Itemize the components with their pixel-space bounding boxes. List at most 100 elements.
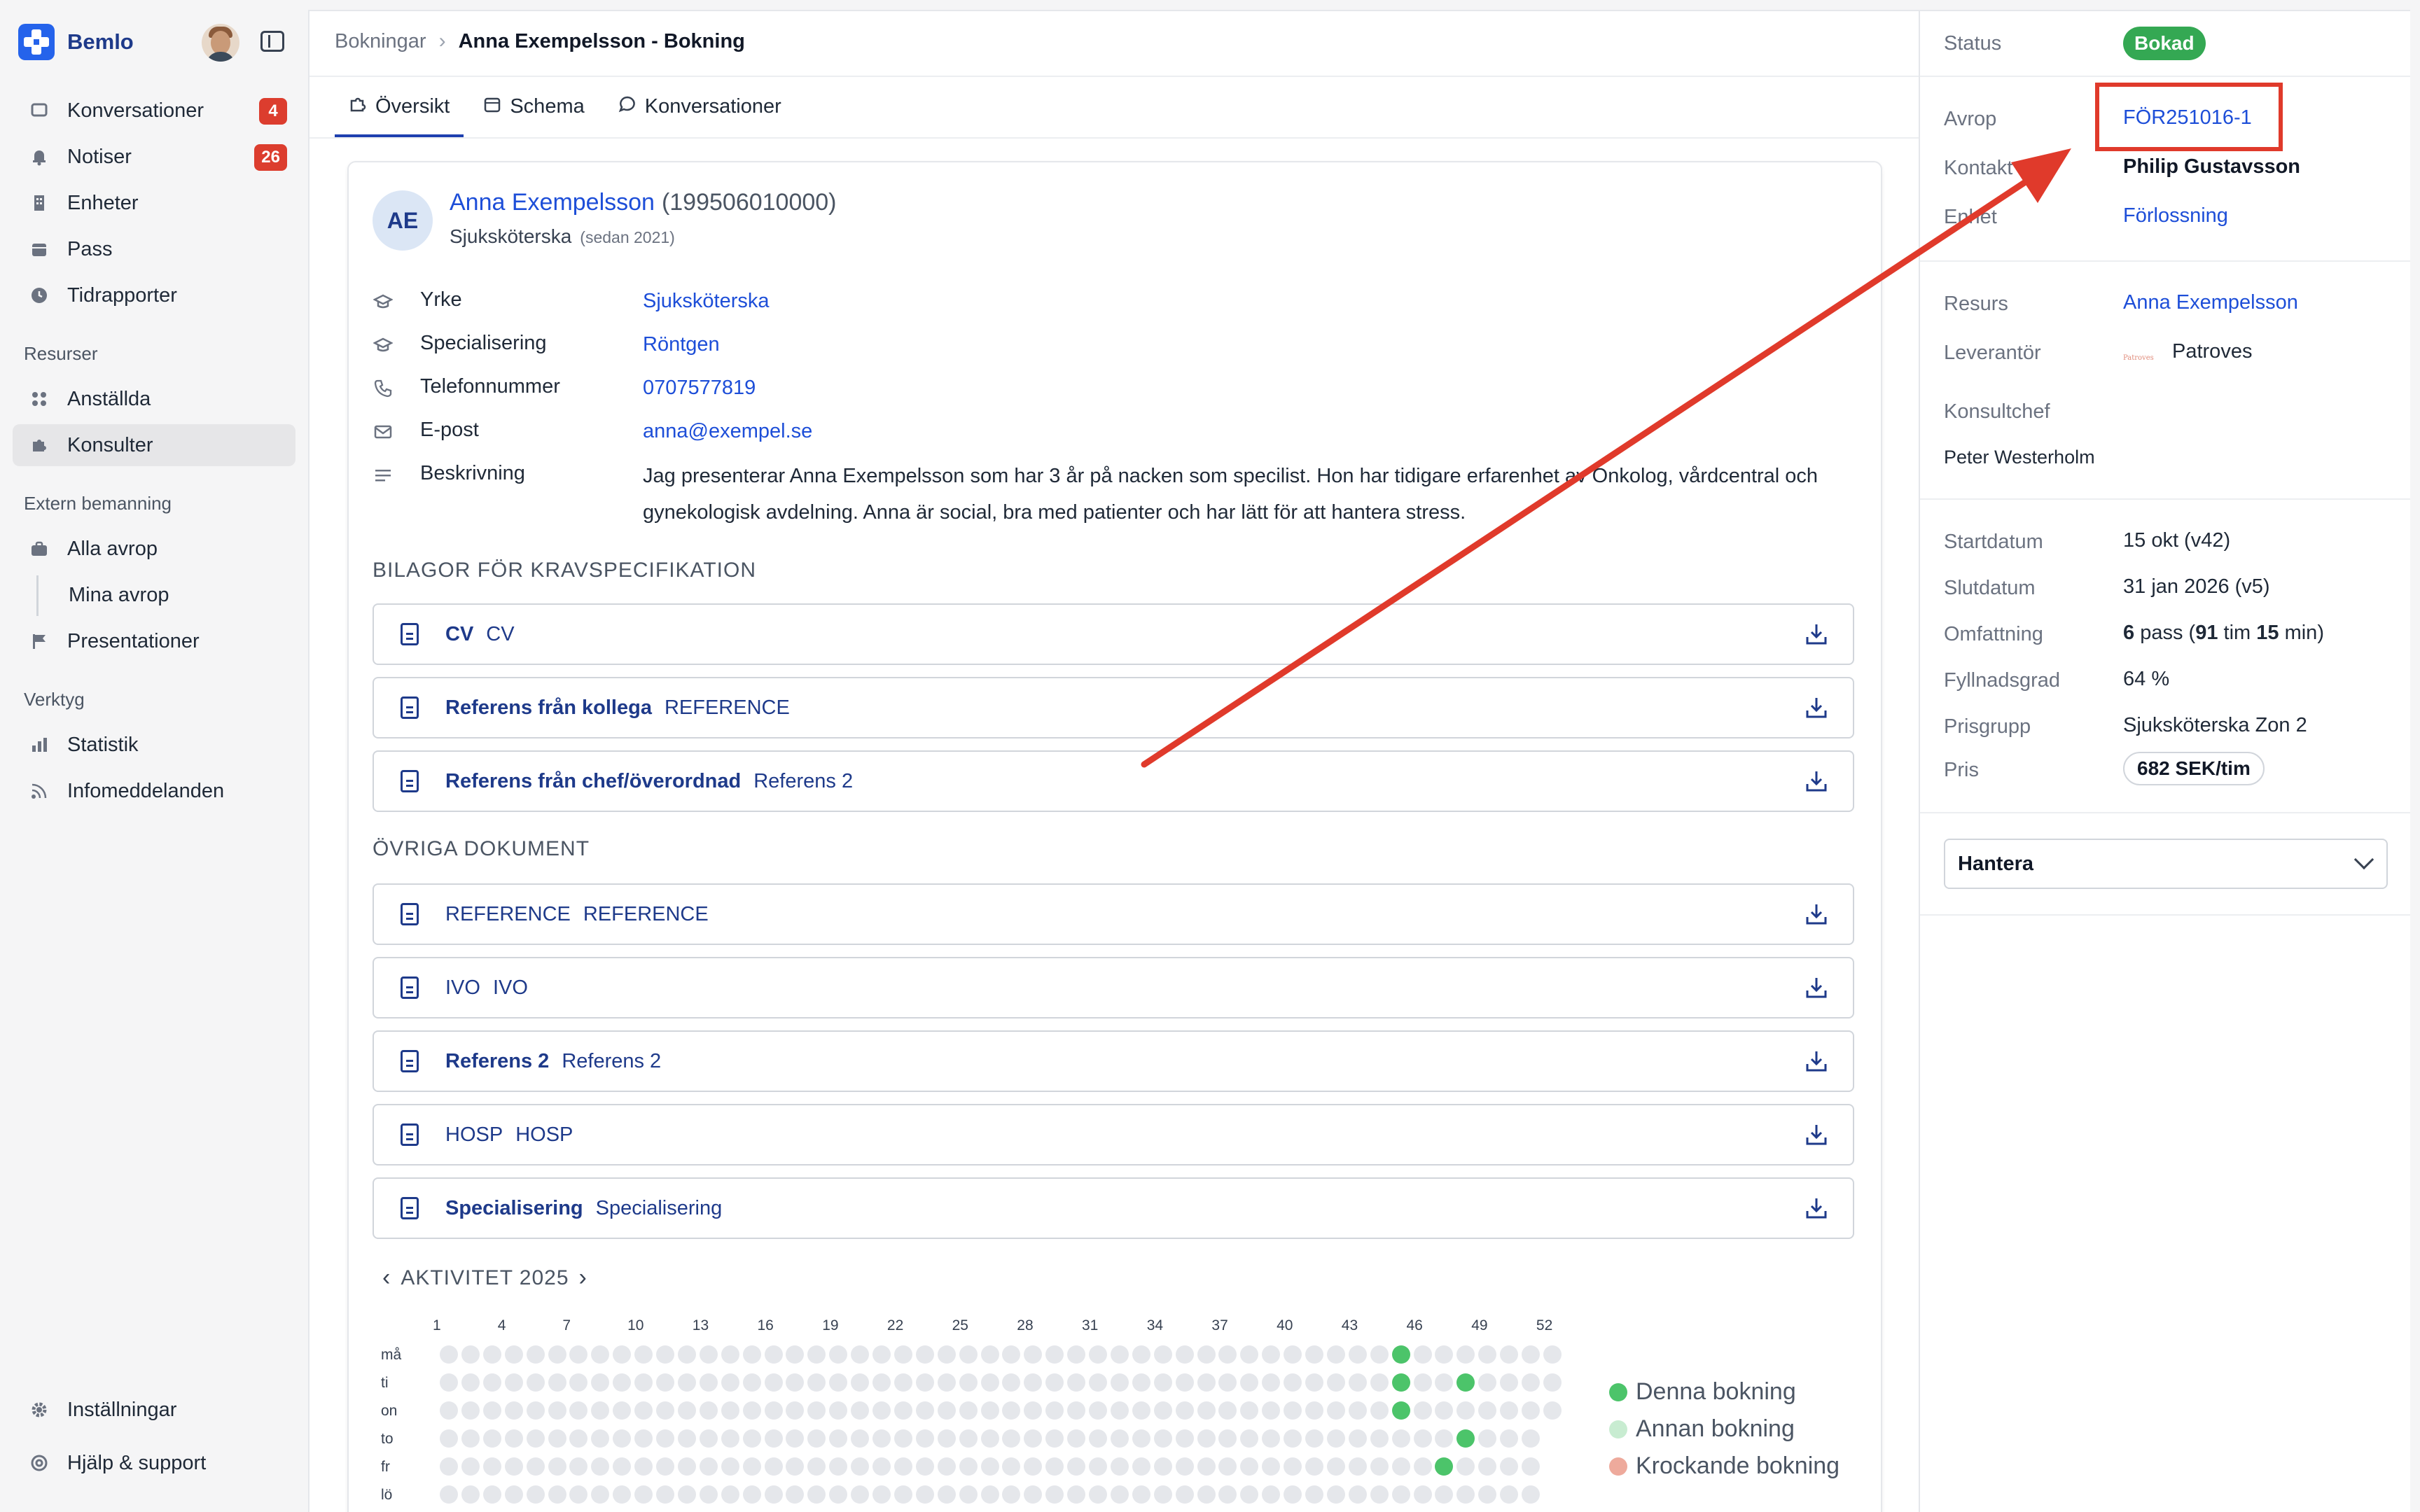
download-icon[interactable] (1804, 902, 1829, 927)
activity-cell[interactable] (656, 1401, 674, 1420)
activity-cell[interactable] (1067, 1429, 1086, 1448)
activity-cell[interactable] (461, 1401, 480, 1420)
brand[interactable]: Bemlo (18, 24, 134, 60)
activity-cell[interactable] (1045, 1345, 1064, 1364)
activity-cell[interactable] (1067, 1485, 1086, 1504)
activity-cell[interactable] (1478, 1429, 1497, 1448)
activity-cell[interactable] (1543, 1373, 1562, 1392)
tab-konversationer[interactable]: Konversationer (604, 76, 795, 137)
activity-cell[interactable] (569, 1401, 588, 1420)
activity-cell[interactable] (1543, 1401, 1562, 1420)
activity-cell[interactable] (1024, 1485, 1043, 1504)
activity-cell[interactable] (1326, 1485, 1345, 1504)
activity-cell[interactable] (829, 1373, 848, 1392)
activity-cell[interactable] (872, 1373, 891, 1392)
activity-cell[interactable] (1045, 1485, 1064, 1504)
activity-cell[interactable] (1500, 1485, 1519, 1504)
profile-name-link[interactable]: Anna Exempelsson (450, 189, 655, 216)
activity-cell[interactable] (526, 1429, 545, 1448)
activity-cell[interactable] (1284, 1485, 1302, 1504)
activity-cell[interactable] (613, 1429, 632, 1448)
download-icon[interactable] (1804, 1196, 1829, 1221)
activity-cell[interactable] (1002, 1485, 1021, 1504)
enhet-link[interactable]: Förlossning (2123, 204, 2228, 227)
activity-cell[interactable] (1391, 1457, 1410, 1476)
activity-cell[interactable] (1391, 1345, 1410, 1364)
resurs-link[interactable]: Anna Exempelsson (2123, 291, 2298, 314)
activity-cell[interactable] (1002, 1401, 1021, 1420)
activity-cell[interactable] (1391, 1485, 1410, 1504)
activity-cell[interactable] (1456, 1429, 1475, 1448)
activity-cell[interactable] (829, 1457, 848, 1476)
activity-cell[interactable] (764, 1429, 783, 1448)
activity-cell[interactable] (915, 1429, 934, 1448)
activity-cell[interactable] (1456, 1373, 1475, 1392)
activity-cell[interactable] (721, 1457, 739, 1476)
activity-cell[interactable] (677, 1401, 696, 1420)
activity-cell[interactable] (893, 1485, 912, 1504)
activity-cell[interactable] (1305, 1457, 1323, 1476)
activity-cell[interactable] (1413, 1485, 1432, 1504)
activity-cell[interactable] (482, 1345, 501, 1364)
activity-cell[interactable] (1370, 1401, 1389, 1420)
activity-cell[interactable] (634, 1401, 653, 1420)
document-row[interactable]: REFERENCE REFERENCE (373, 883, 1854, 945)
activity-cell[interactable] (1197, 1485, 1216, 1504)
activity-cell[interactable] (1522, 1401, 1540, 1420)
activity-cell[interactable] (1456, 1401, 1475, 1420)
activity-cell[interactable] (764, 1345, 783, 1364)
activity-cell[interactable] (699, 1429, 718, 1448)
activity-cell[interactable] (656, 1345, 674, 1364)
activity-cell[interactable] (1110, 1429, 1129, 1448)
activity-cell[interactable] (569, 1345, 588, 1364)
activity-cell[interactable] (656, 1485, 674, 1504)
chevron-right-icon[interactable]: › (569, 1264, 597, 1292)
activity-cell[interactable] (1218, 1401, 1237, 1420)
activity-cell[interactable] (699, 1401, 718, 1420)
activity-cell[interactable] (980, 1345, 999, 1364)
activity-cell[interactable] (1132, 1345, 1150, 1364)
activity-cell[interactable] (1175, 1429, 1194, 1448)
activity-cell[interactable] (461, 1373, 480, 1392)
activity-cell[interactable] (959, 1485, 978, 1504)
activity-cell[interactable] (1024, 1429, 1043, 1448)
activity-cell[interactable] (1435, 1401, 1454, 1420)
activity-cell[interactable] (656, 1373, 674, 1392)
activity-cell[interactable] (1326, 1345, 1345, 1364)
activity-cell[interactable] (1305, 1345, 1323, 1364)
activity-cell[interactable] (504, 1457, 523, 1476)
activity-cell[interactable] (699, 1345, 718, 1364)
activity-cell[interactable] (893, 1401, 912, 1420)
activity-cell[interactable] (915, 1345, 934, 1364)
activity-cell[interactable] (807, 1373, 826, 1392)
sidebar-item-alla-avrop[interactable]: Alla avrop (13, 528, 295, 570)
activity-cell[interactable] (1348, 1485, 1367, 1504)
activity-cell[interactable] (1153, 1345, 1172, 1364)
activity-cell[interactable] (1348, 1345, 1367, 1364)
activity-cell[interactable] (569, 1429, 588, 1448)
activity-cell[interactable] (829, 1345, 848, 1364)
activity-cell[interactable] (1045, 1401, 1064, 1420)
activity-cell[interactable] (1348, 1373, 1367, 1392)
activity-cell[interactable] (569, 1485, 588, 1504)
activity-cell[interactable] (1197, 1373, 1216, 1392)
document-row[interactable]: IVO IVO (373, 957, 1854, 1018)
activity-cell[interactable] (1522, 1457, 1540, 1476)
activity-cell[interactable] (764, 1401, 783, 1420)
activity-cell[interactable] (807, 1429, 826, 1448)
activity-cell[interactable] (656, 1457, 674, 1476)
activity-cell[interactable] (1132, 1429, 1150, 1448)
breadcrumb-parent[interactable]: Bokningar (335, 30, 426, 53)
activity-cell[interactable] (1478, 1345, 1497, 1364)
download-icon[interactable] (1804, 622, 1829, 647)
activity-cell[interactable] (656, 1429, 674, 1448)
activity-cell[interactable] (1132, 1457, 1150, 1476)
activity-cell[interactable] (504, 1429, 523, 1448)
activity-cell[interactable] (1348, 1401, 1367, 1420)
activity-cell[interactable] (1478, 1373, 1497, 1392)
activity-cell[interactable] (937, 1401, 956, 1420)
sidebar-item-notiser[interactable]: Notiser 26 (13, 136, 295, 178)
activity-cell[interactable] (1089, 1345, 1107, 1364)
activity-cell[interactable] (1284, 1429, 1302, 1448)
activity-cell[interactable] (482, 1401, 501, 1420)
